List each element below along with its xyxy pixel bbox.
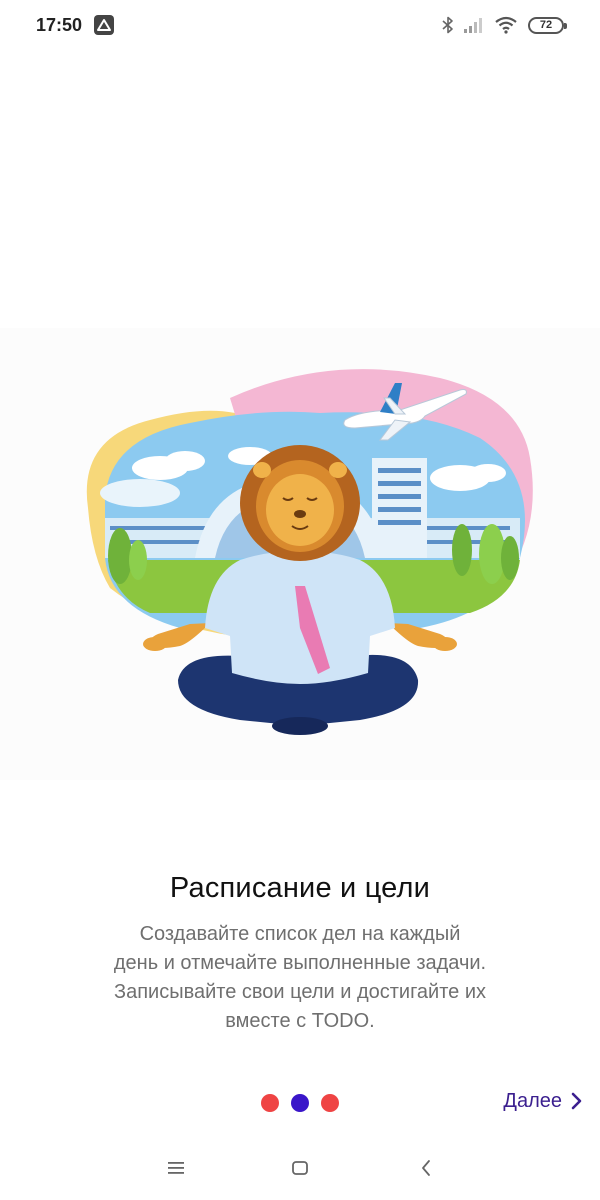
menu-icon <box>168 1162 184 1174</box>
lion-meditating-airport-illustration <box>86 369 533 735</box>
next-button[interactable]: Далее <box>503 1086 584 1116</box>
system-navigation-bar <box>0 1140 600 1200</box>
home-icon <box>292 1161 308 1175</box>
next-button-label: Далее <box>503 1089 562 1112</box>
battery-icon: 72 <box>528 16 567 34</box>
description-line: Записывайте свои цели и достигайте их <box>113 981 487 1003</box>
chevron-right-icon <box>571 1092 582 1110</box>
bluetooth-icon <box>442 16 453 34</box>
back-button[interactable] <box>414 1156 438 1180</box>
onboarding-description: Создавайте список дел на каждый день и о… <box>50 920 550 1036</box>
status-icons: 72 <box>442 14 567 36</box>
page-dot-2-active[interactable] <box>291 1094 309 1112</box>
menu-button[interactable] <box>164 1156 188 1180</box>
onboarding-title: Расписание и цели <box>169 872 431 904</box>
back-icon <box>422 1160 430 1176</box>
page-dot-1[interactable] <box>261 1094 279 1112</box>
page-indicator <box>261 1094 339 1112</box>
onboarding-illustration <box>0 328 600 780</box>
signal-icon <box>464 18 482 33</box>
home-button[interactable] <box>288 1156 312 1180</box>
page-dot-3[interactable] <box>321 1094 339 1112</box>
app-notification-icon <box>94 15 114 35</box>
description-line: день и отмечайте выполненные задачи. <box>113 952 487 974</box>
description-line: вместе с TODO. <box>225 1010 375 1032</box>
battery-level: 72 <box>539 19 553 31</box>
status-time: 17:50 <box>36 15 83 35</box>
description-line: Создавайте список дел на каждый <box>139 923 461 945</box>
wifi-icon <box>495 16 517 34</box>
status-bar: 17:50 72 <box>0 0 600 52</box>
